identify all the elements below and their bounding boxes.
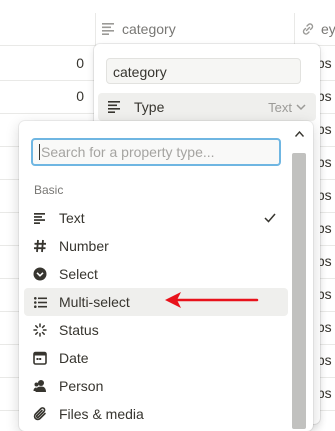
bullet-list-icon <box>32 294 48 310</box>
table-cell-number[interactable]: 0 <box>60 55 84 71</box>
text-lines-icon <box>102 23 114 35</box>
hash-icon <box>32 238 48 254</box>
section-label-basic: Basic <box>34 183 64 197</box>
person-icon <box>32 378 48 394</box>
scrollbar-thumb[interactable] <box>292 153 306 429</box>
text-lines-icon <box>32 210 48 226</box>
column-header-unnamed[interactable] <box>0 13 96 46</box>
scroll-up-arrow-icon[interactable] <box>293 127 305 141</box>
search-placeholder: Search for a property type... <box>41 144 215 160</box>
type-option-label: Multi-select <box>59 294 130 310</box>
type-option-files-media[interactable]: Files & media <box>24 400 288 428</box>
link-icon <box>302 23 314 35</box>
property-type-menu: Search for a property type... Basic Text… <box>19 121 313 431</box>
checkmark-icon <box>264 213 276 223</box>
type-option-date[interactable]: Date <box>24 344 288 372</box>
type-option-label: Text <box>59 210 85 226</box>
property-type-selector[interactable]: Type Text <box>98 93 316 121</box>
column-header-label: ey <box>321 21 335 37</box>
type-option-label: Date <box>59 350 89 366</box>
property-type-search-input[interactable]: Search for a property type... <box>31 138 281 166</box>
paperclip-icon <box>32 406 48 422</box>
type-option-label: Status <box>59 322 99 338</box>
annotation-arrow <box>165 292 259 308</box>
column-header-category[interactable]: category <box>96 13 295 46</box>
type-option-label: Select <box>59 266 98 282</box>
calendar-icon <box>32 350 48 366</box>
status-spinner-icon <box>32 322 48 338</box>
type-option-text[interactable]: Text <box>24 204 288 232</box>
text-lines-icon <box>108 101 122 113</box>
type-option-select[interactable]: Select <box>24 260 288 288</box>
type-option-label: Person <box>59 378 104 394</box>
table-cell-number[interactable]: 0 <box>60 88 84 104</box>
scrollbar[interactable] <box>291 127 306 429</box>
type-option-person[interactable]: Person <box>24 372 288 400</box>
chevron-down-icon <box>296 103 306 111</box>
type-option-number[interactable]: Number <box>24 232 288 260</box>
type-option-status[interactable]: Status <box>24 316 288 344</box>
property-name-input[interactable]: category <box>106 58 301 84</box>
type-option-label: Files & media <box>59 406 144 422</box>
type-label: Type <box>134 99 165 115</box>
text-caret <box>39 144 40 161</box>
type-option-label: Number <box>59 238 109 254</box>
column-header-label: category <box>122 21 176 37</box>
column-header-eye[interactable]: ey <box>295 13 335 46</box>
select-chevron-circle-icon <box>32 266 48 282</box>
type-value: Text <box>268 99 292 115</box>
